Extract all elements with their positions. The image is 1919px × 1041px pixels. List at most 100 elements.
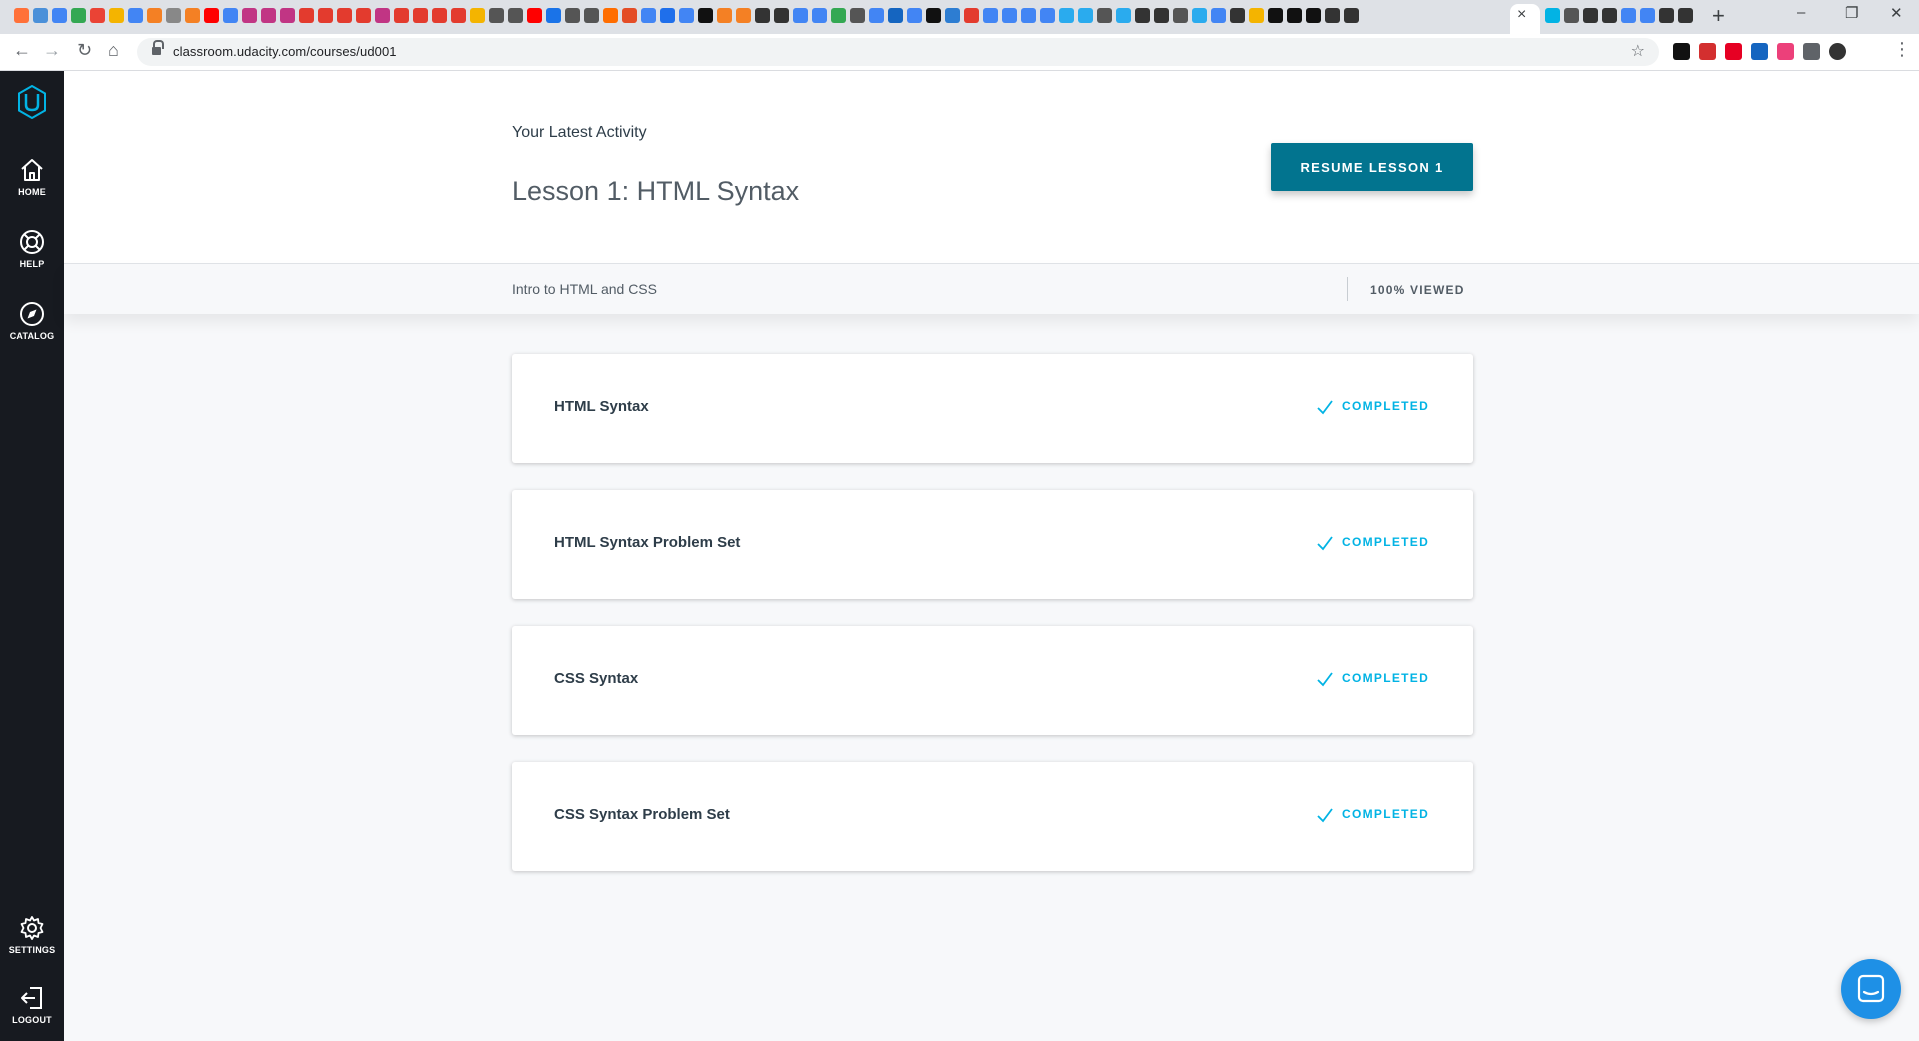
tab-favicon-icon[interactable]	[1192, 8, 1207, 23]
tab-favicon-icon[interactable]	[1230, 8, 1245, 23]
sidebar-item-home[interactable]: HOME	[0, 156, 64, 197]
tab-favicon-icon[interactable]	[869, 8, 884, 23]
tab-favicon-icon[interactable]	[1154, 8, 1169, 23]
url-text[interactable]: classroom.udacity.com/courses/ud001	[173, 44, 397, 59]
browser-menu-icon[interactable]: ⋮	[1893, 39, 1911, 60]
tab-favicon-icon[interactable]	[166, 8, 181, 23]
tab-favicon-icon[interactable]	[413, 8, 428, 23]
sidebar-item-logout[interactable]: LOGOUT	[0, 984, 64, 1025]
extension-icon[interactable]	[1803, 43, 1820, 60]
tab-favicon-icon[interactable]	[527, 8, 542, 23]
tab-favicon-icon[interactable]	[299, 8, 314, 23]
forward-icon[interactable]: →	[43, 40, 61, 61]
concept-card[interactable]: CSS Syntax COMPLETED	[512, 626, 1473, 735]
extension-icon[interactable]	[1699, 43, 1716, 60]
tab-favicon-icon[interactable]	[1097, 8, 1112, 23]
tab-favicon-icon[interactable]	[1306, 8, 1321, 23]
tab-favicon-icon[interactable]	[1602, 8, 1617, 23]
tab-favicon-icon[interactable]	[489, 8, 504, 23]
tab-favicon-icon[interactable]	[90, 8, 105, 23]
tab-favicon-icon[interactable]	[888, 8, 903, 23]
tab-favicon-icon[interactable]	[508, 8, 523, 23]
tab-favicon-icon[interactable]	[261, 8, 276, 23]
tab-favicon-icon[interactable]	[52, 8, 67, 23]
concept-card[interactable]: CSS Syntax Problem Set COMPLETED	[512, 762, 1473, 871]
tab-favicon-icon[interactable]	[660, 8, 675, 23]
tab-favicon-icon[interactable]	[679, 8, 694, 23]
tab-favicon-icon[interactable]	[318, 8, 333, 23]
tab-favicon-icon[interactable]	[793, 8, 808, 23]
concept-card[interactable]: HTML Syntax COMPLETED	[512, 354, 1473, 463]
tab-favicon-icon[interactable]	[1344, 8, 1359, 23]
tab-favicon-icon[interactable]	[603, 8, 618, 23]
tab-favicon-icon[interactable]	[1659, 8, 1674, 23]
tab-favicon-icon[interactable]	[565, 8, 580, 23]
tab-favicon-icon[interactable]	[1116, 8, 1131, 23]
back-icon[interactable]: ←	[13, 40, 31, 61]
tab-favicon-icon[interactable]	[755, 8, 770, 23]
tab-favicon-icon[interactable]	[375, 8, 390, 23]
restore-button[interactable]: ❐	[1845, 4, 1858, 22]
tab-favicon-icon[interactable]	[356, 8, 371, 23]
tab-favicon-icon[interactable]	[622, 8, 637, 23]
tab-favicon-icon[interactable]	[1249, 8, 1264, 23]
tab-favicon-icon[interactable]	[641, 8, 656, 23]
sidebar-item-catalog[interactable]: CATALOG	[0, 300, 64, 341]
tab-favicon-icon[interactable]	[1287, 8, 1302, 23]
tab-favicon-icon[interactable]	[223, 8, 238, 23]
tab-favicon-icon[interactable]	[1078, 8, 1093, 23]
tab-close-icon[interactable]: ×	[1517, 6, 1526, 24]
home-browser-icon[interactable]: ⌂	[108, 40, 119, 61]
tab-favicon-icon[interactable]	[280, 8, 295, 23]
tab-favicon-icon[interactable]	[907, 8, 922, 23]
tab-favicon-icon[interactable]	[1564, 8, 1579, 23]
close-window-button[interactable]: ✕	[1890, 4, 1903, 22]
extension-icon[interactable]	[1751, 43, 1768, 60]
tab-favicon-icon[interactable]	[109, 8, 124, 23]
tab-favicon-icon[interactable]	[1173, 8, 1188, 23]
tab-favicon-icon[interactable]	[1211, 8, 1226, 23]
tab-favicon-icon[interactable]	[1002, 8, 1017, 23]
tab-favicon-icon[interactable]	[1135, 8, 1150, 23]
tab-favicon-icon[interactable]	[1621, 8, 1636, 23]
resume-lesson-button[interactable]: RESUME LESSON 1	[1271, 143, 1473, 191]
profile-avatar[interactable]	[1829, 43, 1846, 60]
tab-favicon-icon[interactable]	[1678, 8, 1693, 23]
tab-favicon-icon[interactable]	[14, 8, 29, 23]
tab-favicon-icon[interactable]	[1059, 8, 1074, 23]
tab-favicon-icon[interactable]	[926, 8, 941, 23]
pinned-tabs[interactable]	[14, 8, 1514, 26]
tab-favicon-icon[interactable]	[242, 8, 257, 23]
chat-button[interactable]	[1841, 959, 1901, 1019]
tab-favicon-icon[interactable]	[983, 8, 998, 23]
sidebar-item-help[interactable]: HELP	[0, 228, 64, 269]
concept-card[interactable]: HTML Syntax Problem Set COMPLETED	[512, 490, 1473, 599]
tab-favicon-icon[interactable]	[1268, 8, 1283, 23]
tab-favicon-icon[interactable]	[451, 8, 466, 23]
extension-icon[interactable]	[1725, 43, 1742, 60]
tab-favicon-icon[interactable]	[470, 8, 485, 23]
sidebar-item-settings[interactable]: SETTINGS	[0, 914, 64, 955]
tab-favicon-icon[interactable]	[945, 8, 960, 23]
tab-favicon-icon[interactable]	[774, 8, 789, 23]
new-tab-button[interactable]: +	[1712, 3, 1725, 29]
udacity-logo-icon[interactable]	[17, 85, 47, 119]
tab-favicon-icon[interactable]	[850, 8, 865, 23]
tabs-after-active[interactable]	[1545, 8, 1697, 26]
tab-favicon-icon[interactable]	[736, 8, 751, 23]
tab-favicon-icon[interactable]	[1583, 8, 1598, 23]
tab-favicon-icon[interactable]	[147, 8, 162, 23]
tab-favicon-icon[interactable]	[128, 8, 143, 23]
tab-favicon-icon[interactable]	[432, 8, 447, 23]
tab-favicon-icon[interactable]	[812, 8, 827, 23]
extension-icon[interactable]	[1777, 43, 1794, 60]
bookmark-star-icon[interactable]: ☆	[1631, 41, 1645, 61]
tab-favicon-icon[interactable]	[1640, 8, 1655, 23]
tab-favicon-icon[interactable]	[33, 8, 48, 23]
tab-favicon-icon[interactable]	[71, 8, 86, 23]
minimize-button[interactable]: –	[1797, 4, 1805, 21]
reload-icon[interactable]: ↻	[77, 40, 92, 61]
tab-favicon-icon[interactable]	[1040, 8, 1055, 23]
tab-favicon-icon[interactable]	[717, 8, 732, 23]
extension-icon[interactable]	[1673, 43, 1690, 60]
